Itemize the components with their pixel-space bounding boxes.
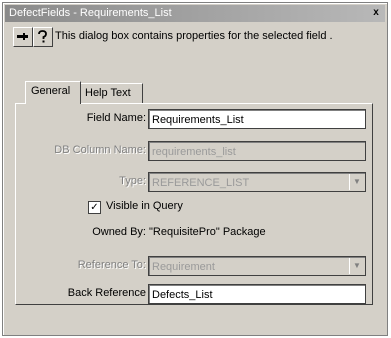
back-reference-input[interactable]: Defects_List: [148, 284, 366, 304]
reference-to-select: Requirement ▼: [148, 256, 366, 276]
info-text: This dialog box contains properties for …: [55, 30, 333, 42]
reference-to-value: Requirement: [152, 261, 215, 273]
title-bar[interactable]: DefectFields - Requirements_List x: [5, 5, 385, 22]
db-column-label: DB Column Name:: [54, 144, 146, 156]
window-title: DefectFields - Requirements_List: [9, 7, 172, 19]
tab-general[interactable]: General: [25, 81, 81, 104]
tab-help-text[interactable]: Help Text: [79, 83, 143, 103]
owned-by-value: "RequisitePro" Package: [149, 226, 266, 238]
db-column-input: requirements_list: [148, 141, 366, 161]
general-panel: Field Name: Requirements_List DB Column …: [15, 103, 373, 305]
dialog-window: DefectFields - Requirements_List x This …: [2, 2, 388, 336]
owned-by-label: Owned By:: [92, 226, 146, 238]
chevron-down-icon: ▼: [349, 258, 364, 274]
visible-in-query-checkbox[interactable]: ✓: [88, 201, 101, 214]
help-button[interactable]: [33, 27, 53, 47]
chevron-down-icon: ▼: [349, 174, 364, 190]
pin-button[interactable]: [13, 27, 33, 47]
field-name-input[interactable]: Requirements_List: [148, 109, 366, 129]
reference-to-label: Reference To:: [77, 259, 146, 271]
type-label: Type:: [119, 175, 146, 187]
close-button[interactable]: x: [369, 6, 383, 19]
visible-in-query-label: Visible in Query: [106, 200, 183, 212]
type-select: REFERENCE_LIST ▼: [148, 172, 366, 192]
type-value: REFERENCE_LIST: [152, 177, 250, 189]
field-name-label: Field Name:: [86, 112, 146, 124]
back-reference-label: Back Reference: [67, 287, 146, 299]
